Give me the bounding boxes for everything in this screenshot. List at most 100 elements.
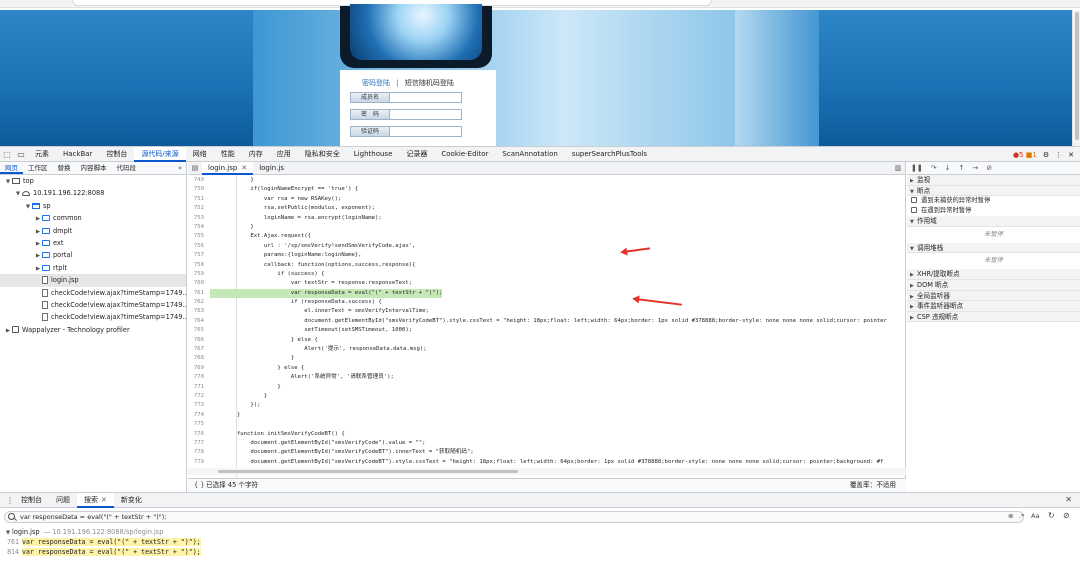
- devtools-tab-6[interactable]: 内存: [242, 147, 270, 162]
- devtools-tab-9[interactable]: Lighthouse: [347, 147, 400, 162]
- line-number[interactable]: 752: [188, 204, 208, 213]
- step-into-icon[interactable]: ↓: [945, 164, 951, 172]
- toggle-debugger-icon[interactable]: ▥: [891, 162, 905, 175]
- tree-item[interactable]: login.jsp: [0, 274, 186, 287]
- drawer-tab[interactable]: 搜索 ✕: [77, 492, 114, 508]
- tree-item[interactable]: ▶ ext: [0, 237, 186, 249]
- line-number[interactable]: 750: [188, 185, 208, 194]
- line-number[interactable]: 759: [188, 270, 208, 279]
- devtools-tab-13[interactable]: superSearchPlusTools: [565, 147, 654, 162]
- devtools-tab-11[interactable]: Cookie-Editor: [434, 147, 495, 162]
- code-line[interactable]: 768 }: [188, 354, 906, 363]
- line-number[interactable]: 766: [188, 336, 208, 345]
- search-result-line[interactable]: 814 var responseData = eval("(" + textStr…: [0, 547, 1080, 557]
- devtools-tab-2[interactable]: 控制台: [99, 147, 134, 162]
- callstack-section[interactable]: ▼ 调用堆栈: [907, 242, 1080, 254]
- pause-uncaught-row[interactable]: 遇到未捕获的异常时暂停: [907, 196, 1080, 206]
- username-input[interactable]: [390, 92, 462, 103]
- code-line[interactable]: 779 document.getElementById("smsVerifyCo…: [188, 458, 906, 467]
- code-line[interactable]: 777 document.getElementById("smsVerifyCo…: [188, 439, 906, 448]
- captcha-input[interactable]: [390, 126, 462, 137]
- line-number[interactable]: 777: [188, 439, 208, 448]
- pause-caught-row[interactable]: 在遇到异常时暂停: [907, 206, 1080, 216]
- code-line[interactable]: 770 Alert('系统异常', '请联系管理员');: [188, 373, 906, 382]
- tree-item[interactable]: ▶ common: [0, 212, 186, 224]
- code-line[interactable]: 755 Ext.Ajax.request({: [188, 232, 906, 241]
- breakpoints-section[interactable]: ▼ 断点: [907, 185, 1080, 197]
- password-login-link[interactable]: 密码登陆: [362, 79, 390, 87]
- pause-caught-checkbox[interactable]: [911, 207, 917, 214]
- pretty-print-icon[interactable]: { }: [194, 479, 205, 492]
- devtools-tab-4[interactable]: 网络: [186, 147, 214, 162]
- step-icon[interactable]: →: [972, 164, 978, 172]
- device-toolbar-icon[interactable]: ▭: [14, 147, 28, 161]
- line-number[interactable]: 770: [188, 373, 208, 382]
- code-line[interactable]: 771 }: [188, 383, 906, 392]
- code-line[interactable]: 776 function initSmsVerifyCodeBT() {: [188, 430, 906, 439]
- code-line[interactable]: 775: [188, 420, 906, 429]
- tree-item[interactable]: checkCode!view.ajax?timeStamp=1749...: [0, 311, 186, 323]
- code-line[interactable]: 757 params:{loginName:loginName},: [188, 251, 906, 260]
- line-number[interactable]: 753: [188, 214, 208, 223]
- tree-item[interactable]: checkCode!view.ajax?timeStamp=1749...: [0, 299, 186, 311]
- tree-item[interactable]: ▼ top: [0, 175, 186, 187]
- editor-tab[interactable]: login.jsp ✕: [202, 161, 254, 175]
- code-line[interactable]: 759 if (success) {: [188, 270, 906, 279]
- code-line[interactable]: 767 Alert('提示', responseData.data.msg);: [188, 345, 906, 354]
- line-number[interactable]: 756: [188, 242, 208, 251]
- navigator-tab-2[interactable]: 替换: [53, 162, 76, 174]
- tree-item[interactable]: ▶ rtplt: [0, 262, 186, 274]
- line-number[interactable]: 754: [188, 223, 208, 232]
- step-out-icon[interactable]: ↑: [958, 164, 964, 172]
- page-scrollbar[interactable]: [1072, 10, 1080, 146]
- line-number[interactable]: 776: [188, 430, 208, 439]
- drawer-tab[interactable]: 控制台: [14, 493, 49, 508]
- code-line[interactable]: 761 var responseData = eval("(" + textSt…: [188, 288, 906, 299]
- line-number[interactable]: 761: [188, 289, 208, 298]
- editor-tab[interactable]: login.js: [253, 162, 290, 175]
- line-number[interactable]: 760: [188, 279, 208, 288]
- line-number[interactable]: 771: [188, 383, 208, 392]
- clear-results-icon[interactable]: ⊘: [1063, 511, 1070, 520]
- tree-item[interactable]: ▼ sp: [0, 200, 186, 212]
- xhr-breakpoints-section[interactable]: ▶ XHR/提取断点: [907, 269, 1080, 280]
- line-number[interactable]: 755: [188, 232, 208, 241]
- pause-icon[interactable]: ❚❚: [911, 164, 923, 172]
- refresh-icon[interactable]: ↻: [1048, 511, 1055, 520]
- tree-item[interactable]: ▶ portal: [0, 249, 186, 261]
- dom-breakpoints-section[interactable]: ▶ DOM 断点: [907, 279, 1080, 291]
- code-line[interactable]: 756 url : '/sp/smsVerify!sendSmsVerifyCo…: [188, 242, 906, 251]
- devtools-tab-3[interactable]: 源代码/来源: [134, 146, 186, 162]
- code-area[interactable]: 749 } 750 if(loginNameEncrypt == 'true') …: [188, 176, 906, 478]
- scope-section[interactable]: ▼ 作用域: [907, 216, 1080, 227]
- devtools-tab-5[interactable]: 性能: [214, 147, 242, 162]
- result-file-row[interactable]: ▼ login.jsp — 10.191.196.122:8088/sp/login…: [0, 527, 1080, 537]
- code-line[interactable]: 753 loginName = rsa.encrypt(loginName);: [188, 214, 906, 223]
- drawer-tab[interactable]: 问题: [49, 493, 77, 508]
- watch-section[interactable]: ▶ 监视: [907, 175, 1080, 186]
- line-number[interactable]: 778: [188, 448, 208, 457]
- line-number[interactable]: 763: [188, 307, 208, 316]
- line-number[interactable]: 765: [188, 326, 208, 335]
- more-options-icon[interactable]: ⋮: [1055, 151, 1062, 159]
- sms-login-link[interactable]: 短信随机码登陆: [405, 79, 454, 87]
- navigator-tab-1[interactable]: 工作区: [23, 162, 53, 174]
- search-result-line[interactable]: 761 var responseData = eval("(" + textStr…: [0, 537, 1080, 547]
- issues-counter[interactable]: ●5 ■1: [1013, 151, 1037, 159]
- line-number[interactable]: 775: [188, 420, 208, 429]
- line-number[interactable]: 769: [188, 364, 208, 373]
- code-line[interactable]: 751 var rsa = new RSAKey();: [188, 195, 906, 204]
- line-number[interactable]: 758: [188, 261, 208, 270]
- csp-breakpoints-section[interactable]: ▶ CSP 违规断点: [907, 311, 1080, 323]
- clear-search-icon[interactable]: ⊗: [1008, 512, 1013, 520]
- devtools-tab-1[interactable]: HackBar: [56, 147, 99, 162]
- event-breakpoints-section[interactable]: ▶ 事件监听器断点: [907, 301, 1080, 312]
- navigator-tab-4[interactable]: 代码段: [112, 162, 142, 174]
- devtools-tab-12[interactable]: ScanAnnotation: [495, 147, 564, 162]
- code-line[interactable]: 749 }: [188, 176, 906, 185]
- close-tab-icon[interactable]: ✕: [241, 164, 247, 172]
- line-number[interactable]: 772: [188, 392, 208, 401]
- navigator-more-icon[interactable]: »: [178, 164, 186, 172]
- close-tab-icon[interactable]: ✕: [101, 496, 107, 504]
- code-line[interactable]: 769 } else {: [188, 364, 906, 373]
